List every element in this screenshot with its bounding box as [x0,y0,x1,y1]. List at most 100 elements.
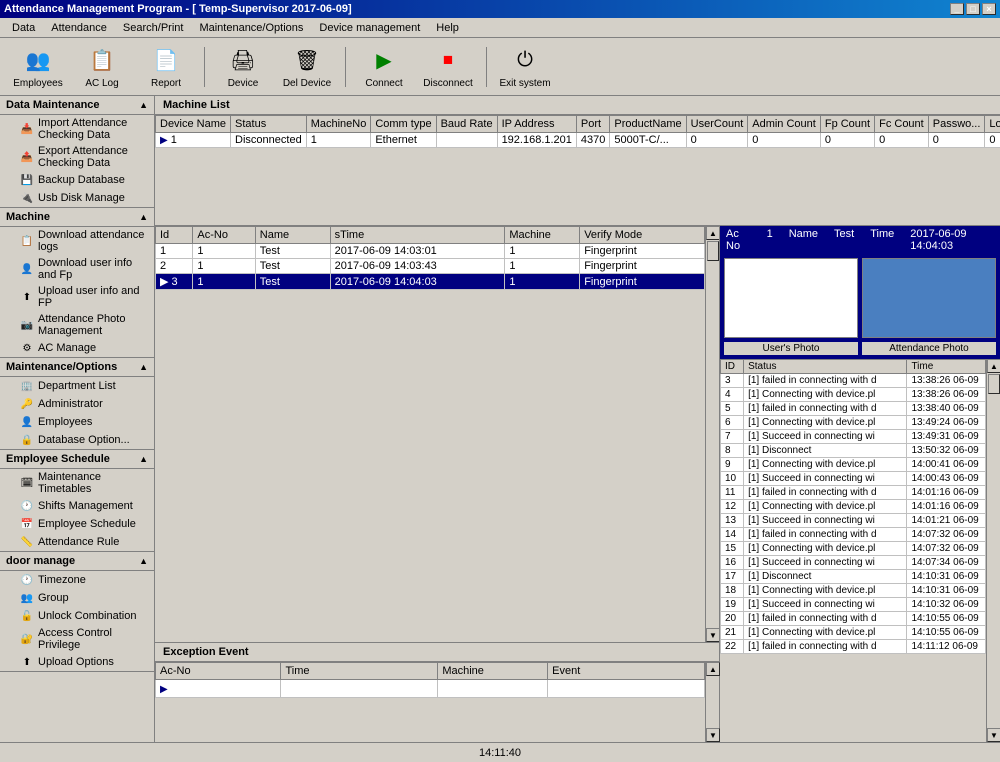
list-item[interactable]: 14[1] failed in connecting with d14:07:3… [721,528,986,542]
sidebar-section-header-door[interactable]: door manage ▲ [0,552,154,571]
records-table: Id Ac-No Name sTime Machine Verify Mode … [155,226,705,290]
list-item[interactable]: 19[1] Succeed in connecting wi14:10:32 0… [721,598,986,612]
sidebar-item-group[interactable]: 👥 Group [0,589,154,607]
sidebar-item-access[interactable]: 🔐 Access Control Privilege [0,625,154,653]
table-row[interactable]: 11Test2017-06-09 14:03:011Fingerprint [156,244,705,259]
menu-data[interactable]: Data [4,20,43,36]
log-scroll-up-btn[interactable]: ▲ [987,359,1000,373]
log-table-container[interactable]: ID Status Time 3[1] failed in connecting… [720,359,986,742]
sidebar-section-header-maintenance[interactable]: Maintenance/Options ▲ [0,358,154,377]
exception-table: Ac-No Time Machine Event ▶ [155,662,705,698]
list-item[interactable]: 22[1] failed in connecting with d14:11:1… [721,640,986,654]
aclog-button[interactable]: 📋 AC Log [72,42,132,92]
machine-list-table-container[interactable]: Device Name Status MachineNo Comm type B… [155,115,1000,225]
table-row[interactable]: ▶ [156,680,705,698]
table-row[interactable]: ▶ 1Disconnected1Ethernet192.168.1.201437… [156,133,1000,148]
connect-button[interactable]: ▶ Connect [354,42,414,92]
sidebar-item-usb[interactable]: 🔌 Usb Disk Manage [0,189,154,207]
list-item[interactable]: 17[1] Disconnect14:10:31 06-09 [721,570,986,584]
sidebar-item-db-option[interactable]: 🔒 Database Option... [0,431,154,449]
download-user-icon: 👤 [20,262,34,276]
sidebar-item-upload-opts[interactable]: ⬆ Upload Options [0,653,154,671]
close-button[interactable]: × [982,3,996,15]
sidebar-section-header-machine[interactable]: Machine ▲ [0,208,154,227]
log-scroll-down-btn[interactable]: ▼ [987,728,1000,742]
list-item[interactable]: 11[1] failed in connecting with d14:01:1… [721,486,986,500]
menu-maintenance[interactable]: Maintenance/Options [191,20,311,36]
exception-vscrollbar[interactable]: ▲ ▼ [705,662,719,742]
log-scroll-thumb[interactable] [988,374,1000,394]
records-scroll-down-btn[interactable]: ▼ [706,628,719,642]
list-item[interactable]: 7[1] Succeed in connecting wi13:49:31 06… [721,430,986,444]
list-item[interactable]: 13[1] Succeed in connecting wi14:01:21 0… [721,514,986,528]
exit-button[interactable]: ⏻ Exit system [495,42,555,92]
sidebar-item-emp-schedule[interactable]: 📅 Employee Schedule [0,515,154,533]
exc-col-time: Time [281,663,438,680]
list-item[interactable]: 16[1] Succeed in connecting wi14:07:34 0… [721,556,986,570]
list-item[interactable]: 10[1] Succeed in connecting wi14:00:43 0… [721,472,986,486]
list-item[interactable]: 6[1] Connecting with device.pl13:49:24 0… [721,416,986,430]
sidebar-item-photo-mgmt[interactable]: 📷 Attendance Photo Management [0,311,154,339]
col-password: Passwo... [928,116,985,133]
exit-label: Exit system [499,78,550,89]
sidebar-item-shifts[interactable]: 🕐 Shifts Management [0,497,154,515]
sidebar-item-download-user[interactable]: 👤 Download user info and Fp [0,255,154,283]
shifts-icon: 🕐 [20,499,34,513]
exc-scroll-down-btn[interactable]: ▼ [706,728,720,742]
device-label: Device [228,78,259,89]
sidebar-item-admin[interactable]: 🔑 Administrator [0,395,154,413]
sidebar-item-import[interactable]: 📥 Import Attendance Checking Data [0,115,154,143]
list-item[interactable]: 21[1] Connecting with device.pl14:10:55 … [721,626,986,640]
exc-col-event: Event [548,663,705,680]
records-scroll-up-btn[interactable]: ▲ [706,226,719,240]
sidebar-section-maintenance: Maintenance/Options ▲ 🏢 Department List … [0,358,154,450]
sidebar-item-att-rule[interactable]: 📏 Attendance Rule [0,533,154,551]
exception-table-container[interactable]: Ac-No Time Machine Event ▶ [155,662,705,742]
table-row[interactable]: ▶ 31Test2017-06-09 14:04:031Fingerprint [156,274,705,290]
col-status: Status [231,116,307,133]
log-vscrollbar[interactable]: ▲ ▼ [986,359,1000,742]
records-table-container[interactable]: Id Ac-No Name sTime Machine Verify Mode … [155,226,705,642]
deldevice-button[interactable]: 🗑 Del Device [277,42,337,92]
sidebar-section-data-maintenance: Data Maintenance ▲ 📥 Import Attendance C… [0,96,154,208]
sidebar-item-employees[interactable]: 👤 Employees [0,413,154,431]
sidebar-item-ac-manage[interactable]: ⚙ AC Manage [0,339,154,357]
employees-button[interactable]: 👥 Employees [8,42,68,92]
list-item[interactable]: 3[1] failed in connecting with d13:38:26… [721,374,986,388]
sidebar-item-export[interactable]: 📤 Export Attendance Checking Data [0,143,154,171]
sidebar-item-upload-user[interactable]: ⬆ Upload user info and FP [0,283,154,311]
sidebar-section-header-schedule[interactable]: Employee Schedule ▲ [0,450,154,469]
list-item[interactable]: 5[1] failed in connecting with d13:38:40… [721,402,986,416]
list-item[interactable]: 4[1] Connecting with device.pl13:38:26 0… [721,388,986,402]
list-item[interactable]: 9[1] Connecting with device.pl14:00:41 0… [721,458,986,472]
table-row[interactable]: 21Test2017-06-09 14:03:431Fingerprint [156,259,705,274]
list-item[interactable]: 15[1] Connecting with device.pl14:07:32 … [721,542,986,556]
col-productname: ProductName [610,116,686,133]
sidebar-item-timetables[interactable]: 🗓 Maintenance Timetables [0,469,154,497]
menu-searchprint[interactable]: Search/Print [115,20,192,36]
menu-help[interactable]: Help [428,20,467,36]
sidebar-section-header-data-maintenance[interactable]: Data Maintenance ▲ [0,96,154,115]
list-item[interactable]: 12[1] Connecting with device.pl14:01:16 … [721,500,986,514]
list-item[interactable]: 18[1] Connecting with device.pl14:10:31 … [721,584,986,598]
disconnect-button[interactable]: ⏹ Disconnect [418,42,478,92]
list-item[interactable]: 20[1] failed in connecting with d14:10:5… [721,612,986,626]
report-button[interactable]: 📄 Report [136,42,196,92]
menu-attendance[interactable]: Attendance [43,20,115,36]
records-col-stime: sTime [330,227,505,244]
sidebar-item-timezone[interactable]: 🕐 Timezone [0,571,154,589]
records-vscrollbar[interactable]: ▲ ▼ [705,226,719,642]
records-scroll-thumb[interactable] [707,241,719,261]
menu-device[interactable]: Device management [311,20,428,36]
maximize-button[interactable]: □ [966,3,980,15]
sidebar-item-unlock[interactable]: 🔓 Unlock Combination [0,607,154,625]
device-button[interactable]: 🖨 Device [213,42,273,92]
sidebar-item-backup[interactable]: 💾 Backup Database [0,171,154,189]
sidebar-item-dept[interactable]: 🏢 Department List [0,377,154,395]
exc-scroll-up-btn[interactable]: ▲ [706,662,720,676]
sidebar-item-download-logs[interactable]: 📋 Download attendance logs [0,227,154,255]
separator-3 [486,47,487,87]
exit-icon: ⏻ [509,44,541,76]
list-item[interactable]: 8[1] Disconnect13:50:32 06-09 [721,444,986,458]
minimize-button[interactable]: _ [950,3,964,15]
